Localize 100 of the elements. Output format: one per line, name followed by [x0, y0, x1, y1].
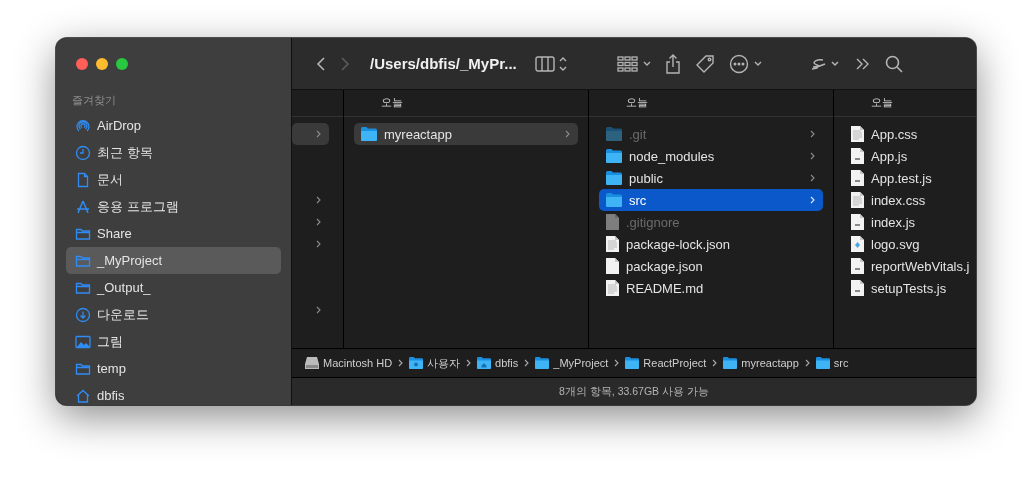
file-name: .gitignore	[626, 214, 680, 230]
file-name: index.js	[871, 214, 916, 230]
ellipsis-icon	[728, 53, 763, 74]
file-icon	[606, 258, 619, 274]
file-row[interactable]: node_modules	[599, 145, 823, 167]
file-name: README.md	[626, 280, 704, 296]
file-name: package-lock.json	[626, 236, 731, 252]
image-file-icon	[851, 236, 864, 252]
file-name: myreactapp	[384, 126, 452, 142]
apps-icon	[75, 198, 91, 215]
path-item[interactable]: _MyProject	[535, 357, 609, 369]
download-icon	[75, 306, 91, 323]
status-text: 8개의 항목, 33.67GB 사용 가능	[559, 384, 709, 399]
file-row[interactable]: package-lock.json	[599, 233, 823, 255]
path-item[interactable]: ReactProject	[625, 357, 707, 369]
column-header: 오늘	[871, 96, 893, 110]
minimize-button[interactable]	[96, 58, 108, 70]
sidebar-item[interactable]: 문서	[66, 166, 281, 193]
sidebar-item[interactable]: _MyProject	[66, 247, 281, 274]
folder-icon	[606, 193, 622, 207]
file-icon	[851, 258, 864, 274]
sidebar-item[interactable]: _Output_	[66, 274, 281, 301]
file-name: .git	[629, 126, 647, 142]
file-name: logo.svg	[871, 236, 920, 252]
file-row[interactable]: public	[599, 167, 823, 189]
sidebar-item[interactable]: temp	[66, 355, 281, 382]
path-item[interactable]: 사용자	[409, 355, 461, 371]
chevron-icon	[524, 359, 530, 367]
file-row[interactable]: myreactapp	[354, 123, 578, 145]
file-icon	[851, 192, 864, 208]
tag-icon	[694, 53, 715, 74]
share-icon	[664, 53, 681, 74]
sidebar-heading: 즐겨찾기	[72, 94, 117, 108]
file-row[interactable]: reportWebVitals.j	[844, 255, 976, 277]
file-row[interactable]: src	[599, 189, 823, 211]
file-row[interactable]: package.json	[599, 255, 823, 277]
path-item[interactable]: dbfis	[477, 357, 519, 369]
file-row[interactable]: index.js	[844, 211, 976, 233]
chevron-icon	[804, 359, 810, 367]
file-row[interactable]: App.css	[844, 123, 976, 145]
file-icon	[606, 214, 619, 230]
file-icon	[851, 280, 864, 296]
home-folder-icon	[477, 357, 492, 369]
document-icon	[75, 171, 91, 188]
file-row[interactable]: README.md	[599, 277, 823, 299]
file-name: node_modules	[629, 148, 715, 164]
file-icon	[851, 148, 864, 164]
forward-icon	[340, 55, 350, 72]
file-row[interactable]: index.css	[844, 189, 976, 211]
sidebar-item[interactable]: 응용 프로그램	[66, 193, 281, 220]
folder-icon	[723, 357, 738, 369]
file-name: index.css	[871, 192, 926, 208]
sidebar-item[interactable]: AirDrop	[66, 112, 281, 139]
airdrop-icon	[75, 117, 91, 134]
chevron-icon	[466, 359, 472, 367]
path-item[interactable]: Macintosh HD	[305, 357, 393, 369]
file-row[interactable]: App.test.js	[844, 167, 976, 189]
sidebar-item[interactable]: Share	[66, 220, 281, 247]
file-icon	[851, 170, 864, 186]
folder-icon	[606, 171, 622, 185]
column-header: 오늘	[381, 96, 403, 110]
file-row[interactable]: setupTests.js	[844, 277, 976, 299]
path-item[interactable]: myreactapp	[723, 357, 799, 369]
photo-icon	[75, 333, 91, 350]
file-icon	[851, 214, 864, 230]
sidebar-item[interactable]: 최근 항목	[66, 139, 281, 166]
file-name: public	[629, 170, 663, 186]
file-icon	[606, 236, 619, 252]
file-name: App.test.js	[871, 170, 932, 186]
sidebar-item[interactable]: dbfis	[66, 382, 281, 405]
file-icon	[851, 126, 864, 142]
folder-icon	[815, 357, 830, 369]
window-title: /Users/dbfis/_MyPr...	[370, 55, 517, 72]
file-name: App.css	[871, 126, 918, 142]
file-row[interactable]: App.js	[844, 145, 976, 167]
chevron-icon	[614, 359, 620, 367]
search-icon	[884, 54, 903, 73]
zoom-button[interactable]	[116, 58, 128, 70]
folder-icon	[606, 127, 622, 141]
chevron-icon	[398, 359, 404, 367]
column-header: 오늘	[626, 96, 648, 110]
back-icon	[316, 55, 326, 72]
file-row[interactable]: logo.svg	[844, 233, 976, 255]
column-view-icon	[534, 54, 567, 73]
file-name: setupTests.js	[871, 280, 947, 296]
folder-icon	[606, 149, 622, 163]
users-folder-icon	[409, 357, 424, 369]
file-name: src	[629, 192, 647, 208]
file-name: package.json	[626, 258, 703, 274]
clock-icon	[75, 144, 91, 161]
home-icon	[75, 387, 91, 404]
folder-icon	[625, 357, 640, 369]
file-name: reportWebVitals.j	[871, 258, 970, 274]
sidebar-item[interactable]: 다운로드	[66, 301, 281, 328]
sidebar-item[interactable]: 그림	[66, 328, 281, 355]
path-item[interactable]: src	[815, 357, 849, 369]
chevron-icon	[712, 359, 718, 367]
grid-icon	[616, 55, 651, 72]
folder-icon	[535, 357, 550, 369]
close-button[interactable]	[76, 58, 88, 70]
